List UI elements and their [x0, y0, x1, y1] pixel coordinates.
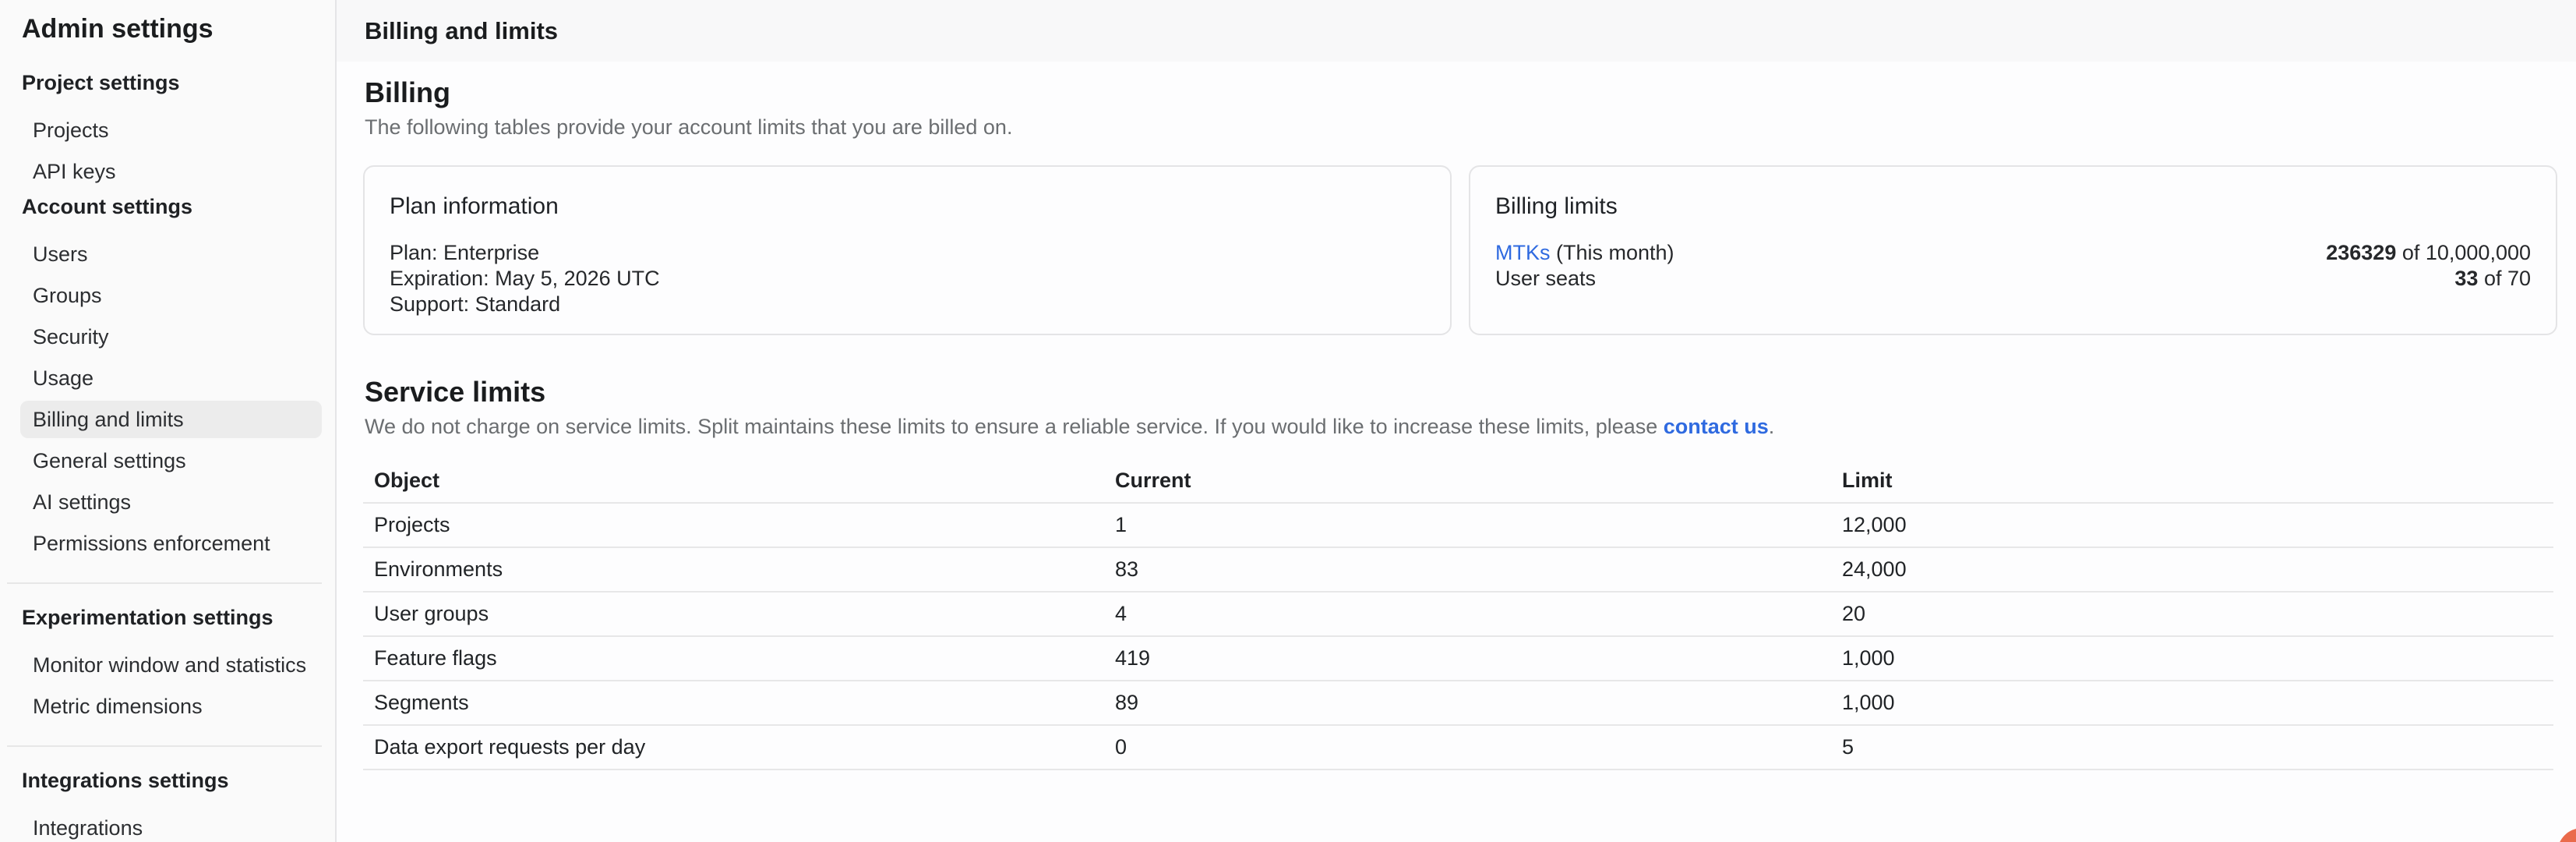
main-area: Billing and limits Billing The following… — [337, 0, 2576, 842]
cell-current: 1 — [1104, 513, 1831, 537]
cell-limit: 5 — [1831, 735, 2553, 759]
sidebar-item-integrations[interactable]: Integrations — [20, 809, 322, 842]
table-row: Environments 83 24,000 — [363, 548, 2553, 593]
mtks-suffix: (This month) — [1551, 241, 1674, 264]
sidebar-section-integrations-settings: Integrations settings — [22, 769, 335, 793]
cell-limit: 12,000 — [1831, 513, 2553, 537]
sidebar-title: Admin settings — [22, 14, 335, 44]
service-limits-section: Service limits We do not charge on servi… — [363, 377, 2557, 770]
sidebar-divider — [7, 745, 322, 747]
service-limits-heading: Service limits — [365, 377, 2557, 408]
sidebar-item-monitor-window-and-statistics[interactable]: Monitor window and statistics — [20, 646, 322, 684]
plan-line: Plan: Enterprise — [390, 240, 1425, 266]
contact-us-link[interactable]: contact us — [1664, 415, 1769, 438]
expiration-line: Expiration: May 5, 2026 UTC — [390, 266, 1425, 292]
service-limits-table: Object Current Limit Projects 1 12,000 E… — [363, 458, 2553, 770]
plan-information-card: Plan information Plan: Enterprise Expira… — [363, 165, 1452, 335]
cell-current: 89 — [1104, 691, 1831, 715]
content-area: Billing The following tables provide you… — [337, 62, 2576, 842]
sidebar-item-general-settings[interactable]: General settings — [20, 442, 322, 479]
service-limits-description: We do not charge on service limits. Spli… — [365, 414, 2557, 439]
cell-limit: 1,000 — [1831, 646, 2553, 670]
service-limits-description-period: . — [1769, 415, 1775, 438]
sidebar-section-project-settings: Project settings — [22, 71, 335, 95]
sidebar-section-account-settings: Account settings — [22, 195, 335, 219]
billing-cards: Plan information Plan: Enterprise Expira… — [363, 165, 2557, 335]
billing-limits-card: Billing limits MTKs (This month) 236329 o… — [1469, 165, 2557, 335]
sidebar-item-permissions-enforcement[interactable]: Permissions enforcement — [20, 525, 322, 562]
cell-object: Projects — [363, 513, 1104, 537]
sidebar-item-api-keys[interactable]: API keys — [20, 153, 322, 190]
sidebar-item-projects[interactable]: Projects — [20, 111, 322, 149]
cell-limit: 1,000 — [1831, 691, 2553, 715]
table-row: Projects 1 12,000 — [363, 504, 2553, 548]
user-seats-value: 33 of 70 — [2454, 266, 2531, 292]
cell-object: Feature flags — [363, 646, 1104, 670]
cell-current: 4 — [1104, 602, 1831, 626]
billing-limits-title: Billing limits — [1495, 193, 2531, 220]
user-seats-limit: of 70 — [2478, 267, 2531, 290]
sidebar-item-users[interactable]: Users — [20, 235, 322, 273]
cell-object: User groups — [363, 602, 1104, 626]
mtks-limit: of 10,000,000 — [2396, 241, 2531, 264]
user-seats-used: 33 — [2454, 267, 2478, 290]
page-title: Billing and limits — [365, 17, 558, 45]
sidebar-item-security[interactable]: Security — [20, 318, 322, 356]
table-header-row: Object Current Limit — [363, 458, 2553, 504]
sidebar-item-billing-and-limits[interactable]: Billing and limits — [20, 401, 322, 438]
sidebar-item-usage[interactable]: Usage — [20, 359, 322, 397]
table-row: Feature flags 419 1,000 — [363, 637, 2553, 681]
cell-object: Data export requests per day — [363, 735, 1104, 759]
cell-object: Segments — [363, 691, 1104, 715]
table-row: Data export requests per day 0 5 — [363, 726, 2553, 770]
page-header: Billing and limits — [337, 0, 2576, 62]
sidebar-item-metric-dimensions[interactable]: Metric dimensions — [20, 688, 322, 725]
cell-limit: 24,000 — [1831, 557, 2553, 582]
column-header-limit: Limit — [1831, 469, 2553, 493]
plan-information-title: Plan information — [390, 193, 1425, 220]
support-line: Support: Standard — [390, 292, 1425, 317]
sidebar-item-groups[interactable]: Groups — [20, 277, 322, 314]
sidebar-section-experimentation-settings: Experimentation settings — [22, 606, 335, 630]
cell-current: 83 — [1104, 557, 1831, 582]
admin-settings-sidebar: Admin settings Project settings Projects… — [0, 0, 337, 842]
cell-object: Environments — [363, 557, 1104, 582]
cell-current: 0 — [1104, 735, 1831, 759]
column-header-object: Object — [363, 469, 1104, 493]
billing-description: The following tables provide your accoun… — [365, 115, 2557, 140]
sidebar-divider — [7, 582, 322, 584]
table-row: Segments 89 1,000 — [363, 681, 2553, 726]
sidebar-item-ai-settings[interactable]: AI settings — [20, 483, 322, 521]
user-seats-row: User seats 33 of 70 — [1495, 266, 2531, 292]
mtks-used: 236329 — [2326, 241, 2396, 264]
column-header-current: Current — [1104, 469, 1831, 493]
service-limits-description-text: We do not charge on service limits. Spli… — [365, 415, 1664, 438]
mtks-value: 236329 of 10,000,000 — [2326, 240, 2531, 266]
cell-current: 419 — [1104, 646, 1831, 670]
table-row: User groups 4 20 — [363, 593, 2553, 637]
cell-limit: 20 — [1831, 602, 2553, 626]
billing-heading: Billing — [365, 77, 2557, 108]
mtks-row: MTKs (This month) 236329 of 10,000,000 — [1495, 240, 2531, 266]
user-seats-label: User seats — [1495, 266, 1596, 292]
mtks-label: MTKs (This month) — [1495, 240, 1674, 266]
mtks-link[interactable]: MTKs — [1495, 241, 1551, 264]
